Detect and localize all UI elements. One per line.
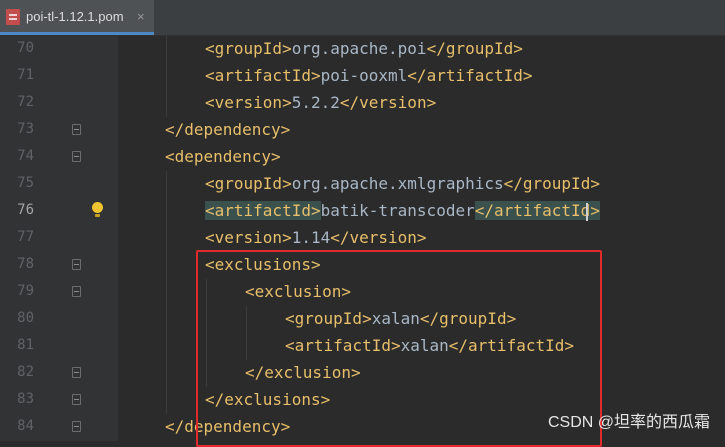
line-number: 70	[17, 40, 34, 56]
code-text: <dependency>	[165, 147, 281, 166]
watermark: CSDN @坦率的西瓜霜	[547, 414, 710, 431]
exclusions-highlight-box	[196, 250, 602, 447]
fold-toggle-icon[interactable]	[72, 286, 81, 297]
fold-toggle-icon[interactable]	[72, 259, 81, 270]
line-number: 83	[17, 391, 34, 407]
code-editor[interactable]: 70 <groupId>org.apache.poi</groupId> 71 …	[0, 36, 725, 447]
lightbulb-icon[interactable]	[92, 202, 103, 217]
line-number: 84	[17, 418, 34, 434]
line-number: 82	[17, 364, 34, 380]
line-number: 78	[17, 256, 34, 272]
close-icon[interactable]: ×	[137, 9, 145, 24]
code-line: 77 <version>1.14</version>	[0, 225, 725, 252]
code-text: <version>5.2.2</version>	[205, 93, 437, 112]
line-number: 77	[17, 229, 34, 245]
code-text: <artifactId>poi-ooxml</artifactId>	[205, 66, 533, 85]
editor-tab-bar: poi-tl-1.12.1.pom ×	[0, 0, 725, 36]
line-number: 72	[17, 94, 34, 110]
line-number: 79	[17, 283, 34, 299]
tab-pom-file[interactable]: poi-tl-1.12.1.pom ×	[0, 0, 154, 35]
fold-toggle-icon[interactable]	[72, 394, 81, 405]
line-number: 74	[17, 148, 34, 164]
line-number: 71	[17, 67, 34, 83]
line-number: 73	[17, 121, 34, 137]
code-line-current: 76 <artifactId>batik-transcoder</artifac…	[0, 198, 725, 225]
code-line: 73 </dependency>	[0, 117, 725, 144]
line-number: 80	[17, 310, 34, 326]
code-line: 70 <groupId>org.apache.poi</groupId>	[0, 36, 725, 63]
code-text: </dependency>	[165, 120, 291, 139]
line-number: 76	[17, 202, 34, 218]
fold-toggle-icon[interactable]	[72, 151, 81, 162]
code-line: 72 <version>5.2.2</version>	[0, 90, 725, 117]
code-line: 75 <groupId>org.apache.xmlgraphics</grou…	[0, 171, 725, 198]
line-number: 75	[17, 175, 34, 191]
fold-toggle-icon[interactable]	[72, 367, 81, 378]
fold-toggle-icon[interactable]	[72, 124, 81, 135]
code-text: <version>1.14</version>	[205, 228, 427, 247]
line-number: 81	[17, 337, 34, 353]
fold-toggle-icon[interactable]	[72, 421, 81, 432]
tab-title: poi-tl-1.12.1.pom	[26, 9, 124, 24]
code-text: <groupId>org.apache.xmlgraphics</groupId…	[205, 174, 600, 193]
code-text: <groupId>org.apache.poi</groupId>	[205, 39, 523, 58]
code-line: 74 <dependency>	[0, 144, 725, 171]
text-caret	[586, 203, 588, 221]
maven-pom-file-icon	[6, 9, 20, 25]
code-text: <artifactId>batik-transcoder</artifactId…	[205, 201, 600, 220]
code-line: 71 <artifactId>poi-ooxml</artifactId>	[0, 63, 725, 90]
